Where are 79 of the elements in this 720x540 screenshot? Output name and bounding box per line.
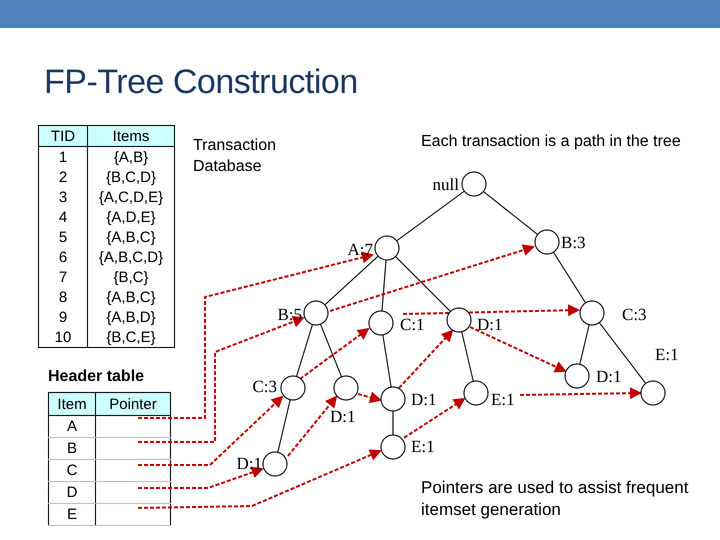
table-cell: 6	[38, 247, 88, 267]
table-cell: {A,B,D}	[88, 307, 174, 327]
tree-node	[334, 376, 358, 400]
header-table-title: Header table	[48, 367, 144, 387]
tree-edge	[396, 190, 465, 242]
transaction-database-label: Transaction Database	[193, 136, 277, 177]
table-cell: 7	[38, 267, 88, 287]
node-label: E:1	[491, 390, 515, 409]
node-label: D:1	[236, 454, 262, 473]
tree-node	[374, 236, 400, 260]
tree-node	[564, 364, 590, 388]
node-label: C:3	[252, 377, 277, 396]
table-cell: 8	[38, 287, 88, 307]
column-header: Pointer	[96, 392, 170, 416]
tree-edge	[598, 322, 646, 384]
tree-edge	[392, 410, 394, 436]
column-header: Items	[88, 126, 174, 146]
tree-edge	[394, 256, 452, 312]
tree-node	[534, 230, 560, 254]
tree-node	[368, 310, 394, 336]
tree-edge	[381, 259, 387, 312]
tree-node	[580, 300, 604, 326]
tree-node	[280, 376, 306, 400]
table-cell: 4	[38, 207, 88, 227]
node-label: A:7	[348, 240, 373, 259]
table-cell: {A,B,C}	[88, 287, 174, 307]
node-label: D:1	[596, 367, 622, 386]
node-label: B:3	[561, 233, 586, 252]
node-label: null	[432, 175, 459, 194]
table-cell: {A,B,C}	[88, 227, 174, 247]
table-cell: {B,C,E}	[88, 327, 174, 348]
tree-node	[446, 308, 472, 332]
tree-edge	[324, 256, 379, 306]
tree-edge	[320, 324, 342, 378]
table-cell: {B,C,D}	[88, 167, 174, 187]
table-cell: 5	[38, 227, 88, 247]
tree-edge	[482, 190, 538, 236]
tree-edge	[277, 399, 291, 453]
tree-node	[640, 380, 666, 406]
tree-node	[304, 300, 328, 326]
tree-edge	[552, 252, 586, 304]
tree-node	[380, 386, 406, 412]
table-cell: {A,B,C,D}	[88, 247, 174, 267]
table-cell: {B,C}	[88, 267, 174, 287]
table-cell: A	[48, 416, 96, 438]
tree-edge	[461, 331, 474, 382]
node-label: E:1	[655, 345, 679, 364]
node-label: D:1	[330, 407, 356, 426]
tree-edge	[296, 324, 313, 378]
table-cell: 9	[38, 307, 88, 327]
node-label: B:5	[277, 305, 302, 324]
table-cell: {A,C,D,E}	[88, 187, 174, 207]
pointer-note: Pointers are used to assist frequent itemset generation	[421, 477, 690, 521]
tree-node	[462, 172, 486, 196]
node-label: D:1	[411, 390, 436, 409]
column-header: TID	[38, 126, 88, 146]
table-cell: E	[48, 504, 96, 526]
node-label: C:1	[400, 315, 425, 334]
slide-title: FP-Tree Construction	[44, 62, 359, 102]
tree-edge	[382, 334, 392, 388]
tree-node	[464, 380, 488, 406]
pointer-arrow	[398, 330, 454, 389]
tree-node	[380, 434, 406, 460]
table-cell: {A,B}	[88, 146, 174, 167]
node-label: D:1	[477, 315, 502, 334]
table-cell: B	[48, 438, 96, 460]
tree-edge	[579, 324, 590, 365]
table-cell: C	[48, 460, 96, 482]
table-cell: 3	[38, 187, 88, 207]
column-header: Item	[48, 392, 96, 416]
table-cell: 1	[38, 146, 88, 167]
table-cell: 2	[38, 167, 88, 187]
tree-node	[262, 452, 288, 476]
table-cell: {A,D,E}	[88, 207, 174, 227]
node-label: E:1	[411, 437, 435, 456]
node-label: C:3	[622, 305, 647, 324]
table-cell: 10	[38, 327, 88, 348]
table-cell: D	[48, 482, 96, 504]
tree-caption: Each transaction is a path in the tree	[421, 132, 681, 152]
